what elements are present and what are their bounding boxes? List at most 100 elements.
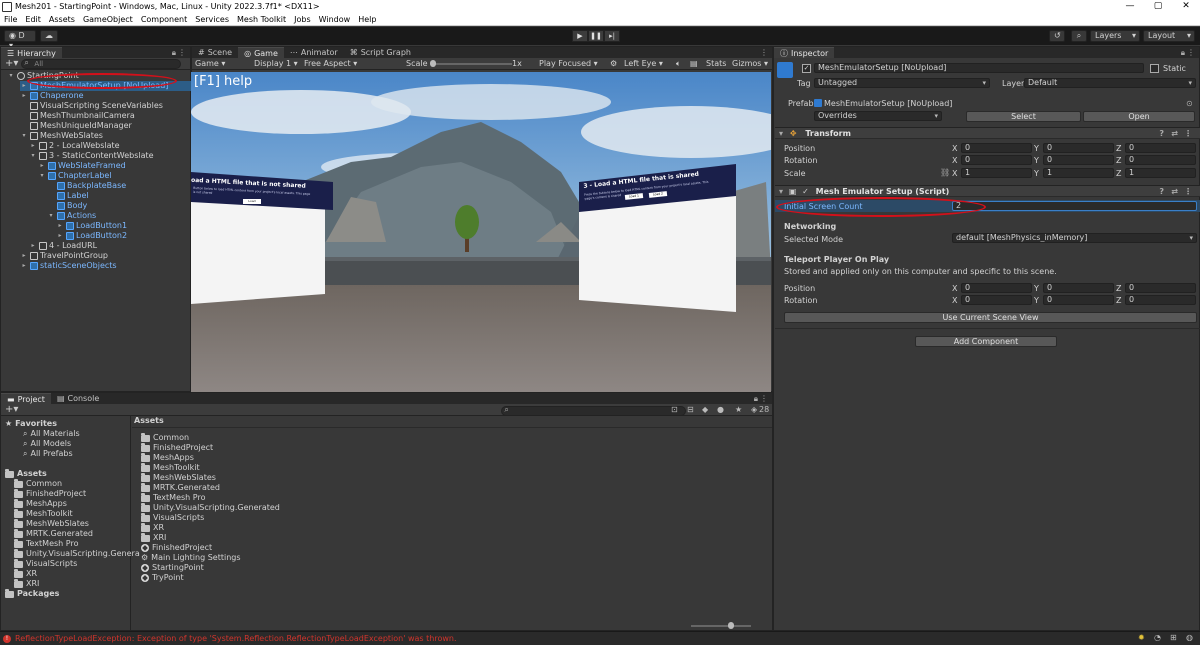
tree-folder-item[interactable]: TextMesh Pro	[14, 538, 78, 549]
tab-scene[interactable]: # Scene	[192, 47, 238, 58]
presets-icon[interactable]: ⇄	[1171, 128, 1178, 139]
close-button[interactable]: ✕	[1172, 0, 1200, 13]
fold-arrow-icon[interactable]: ▾	[38, 171, 46, 181]
undo-history-button[interactable]: ↺	[1049, 30, 1065, 42]
open-button[interactable]: Open	[1083, 111, 1195, 122]
mesh-emulator-setup-header[interactable]: ▾ ▣ ✓ Mesh Emulator Setup (Script) ? ⇄ ⋮	[775, 185, 1200, 197]
presets-icon[interactable]: ⇄	[1171, 186, 1178, 197]
favorites-header[interactable]: ★ Favorites	[5, 419, 57, 429]
fold-arrow-icon[interactable]: ▸	[20, 91, 28, 101]
left-slate-load-button[interactable]: Load	[243, 199, 261, 204]
help-icon[interactable]: ?	[1159, 128, 1164, 139]
teleport-position-x-field[interactable]: 0	[961, 283, 1032, 293]
menu-jobs[interactable]: Jobs	[290, 15, 315, 24]
asset-folder-item[interactable]: Unity.VisualScripting.Generated	[141, 502, 280, 513]
more-options-icon[interactable]: ⋮	[760, 393, 768, 404]
menu-component[interactable]: Component	[137, 15, 191, 24]
lock-icon[interactable]: 🔒︎	[754, 393, 758, 404]
layers-dropdown[interactable]: Layers ▾	[1090, 30, 1140, 42]
display-dropdown[interactable]: Display 1 ▾	[254, 59, 298, 68]
stats-toggle[interactable]: Stats	[706, 59, 726, 68]
teleport-position-y-field[interactable]: 0	[1043, 283, 1114, 293]
position-z-field[interactable]: 0	[1125, 143, 1196, 153]
layout-dropdown[interactable]: Layout ▾	[1143, 30, 1195, 42]
fold-arrow-icon[interactable]: ▸	[56, 231, 64, 241]
important-log-icon[interactable]: ●	[717, 405, 724, 414]
menu-window[interactable]: Window	[315, 15, 355, 24]
search-type-icon[interactable]: ⊟	[687, 405, 694, 414]
tree-folder-item[interactable]: Unity.VisualScripting.Genera	[14, 548, 140, 559]
favorite-item[interactable]: ⌕ All Materials	[23, 429, 80, 439]
fold-arrow-icon[interactable]: ▸	[38, 161, 46, 171]
game-mode-dropdown[interactable]: Game ▾	[195, 59, 225, 68]
fold-arrow-icon[interactable]: ▾	[47, 211, 55, 221]
favorite-item[interactable]: ⌕ All Models	[23, 439, 71, 449]
status-error-message[interactable]: ReflectionTypeLoadException: Exception o…	[15, 634, 457, 643]
select-button[interactable]: Select	[966, 111, 1081, 122]
gizmos-dropdown[interactable]: Gizmos ▾	[732, 59, 768, 68]
menu-help[interactable]: Help	[354, 15, 380, 24]
tree-folder-item[interactable]: Common	[14, 478, 62, 489]
tree-folder-item[interactable]: MeshWebSlates	[14, 518, 89, 529]
play-focused-dropdown[interactable]: Play Focused ▾	[539, 59, 598, 68]
favorite-star-icon[interactable]: ★	[735, 405, 742, 414]
constrain-proportions-icon[interactable]: ⛓	[940, 168, 950, 177]
tree-folder-item[interactable]: VisualScripts	[14, 558, 77, 569]
asset-folder-item[interactable]: VisualScripts	[141, 512, 204, 523]
more-options-icon[interactable]: ⋮	[1187, 47, 1195, 58]
add-component-button[interactable]: Add Component	[915, 336, 1057, 347]
teleport-rotation-y-field[interactable]: 0	[1043, 295, 1114, 305]
initial-screen-count-input[interactable]: 2	[952, 201, 1197, 211]
fold-arrow-icon[interactable]: ▸	[56, 221, 64, 231]
hierarchy-search-input[interactable]: All	[21, 58, 182, 69]
icon-size-slider[interactable]	[691, 625, 751, 627]
hierarchy-item[interactable]: ▸ 2 - LocalWebslate	[29, 141, 199, 151]
bulb-icon[interactable]: ✹	[1138, 633, 1145, 642]
asset-scene-item[interactable]: ⚙ Main Lighting Settings	[141, 553, 241, 563]
hierarchy-item[interactable]: ▸ staticSceneObjects	[20, 261, 190, 271]
tab-inspector[interactable]: ⓘ Inspector	[774, 47, 835, 58]
label-filter-icon[interactable]: ◆	[702, 405, 708, 414]
hidden-packages-icon[interactable]: ◈	[751, 405, 757, 414]
tab-animator[interactable]: ⋯ Animator	[284, 47, 344, 58]
asset-folder-item[interactable]: TextMesh Pro	[141, 492, 205, 503]
object-name-field[interactable]: MeshEmulatorSetup [NoUpload]	[814, 63, 1144, 73]
scale-slider-handle[interactable]	[430, 60, 436, 67]
step-button[interactable]: ▸|	[604, 30, 620, 42]
tree-folder-item[interactable]: MRTK.Generated	[14, 528, 93, 539]
static-checkbox[interactable]	[1150, 64, 1159, 73]
layer-dropdown[interactable]: Default	[1024, 78, 1196, 88]
menu-assets[interactable]: Assets	[45, 15, 79, 24]
project-search-input[interactable]	[501, 405, 687, 416]
asset-scene-item[interactable]: TryPoint	[141, 573, 184, 583]
hierarchy-item[interactable]: ▸ TravelPointGroup	[20, 251, 190, 261]
add-icon[interactable]: +▾	[5, 404, 18, 415]
breadcrumb-assets[interactable]: Assets	[134, 416, 164, 425]
rotation-y-field[interactable]: 0	[1043, 155, 1114, 165]
add-icon[interactable]: +▾	[5, 58, 18, 69]
settings-icon[interactable]: ⚙	[610, 59, 617, 68]
more-options-icon[interactable]: ⋮	[178, 47, 186, 58]
tab-hierarchy[interactable]: ☰ Hierarchy	[1, 47, 62, 58]
selected-mode-dropdown[interactable]: default [MeshPhysics_inMemory]	[952, 233, 1197, 243]
play-button[interactable]: ▶	[572, 30, 588, 42]
maximize-button[interactable]: ▢	[1144, 0, 1172, 13]
rotation-x-field[interactable]: 0	[961, 155, 1032, 165]
scale-z-field[interactable]: 1	[1125, 168, 1196, 178]
asset-scene-item[interactable]: StartingPoint	[141, 563, 204, 573]
asset-folder-item[interactable]: MRTK.Generated	[141, 482, 220, 493]
tree-folder-item[interactable]: XRI	[14, 578, 39, 589]
hierarchy-item[interactable]: ▾ 3 - StaticContentWebslate	[29, 151, 199, 161]
hierarchy-item[interactable]: ▾ MeshWebSlates	[20, 131, 190, 141]
teleport-position-z-field[interactable]: 0	[1125, 283, 1196, 293]
hierarchy-item[interactable]: VisualScripting SceneVariables	[20, 101, 190, 111]
account-dropdown[interactable]: ◉ D ▾	[4, 30, 36, 50]
fold-arrow-icon[interactable]: ▸	[20, 251, 28, 261]
use-current-scene-view-button[interactable]: Use Current Scene View	[784, 312, 1197, 323]
fold-arrow-icon[interactable]: ▸	[20, 261, 28, 271]
asset-folder-item[interactable]: FinishedProject	[141, 442, 213, 453]
packages-header[interactable]: Packages	[5, 588, 59, 599]
fold-arrow-icon[interactable]: ▾	[29, 151, 37, 161]
pause-button[interactable]: ❚❚	[588, 30, 604, 42]
teleport-rotation-z-field[interactable]: 0	[1125, 295, 1196, 305]
